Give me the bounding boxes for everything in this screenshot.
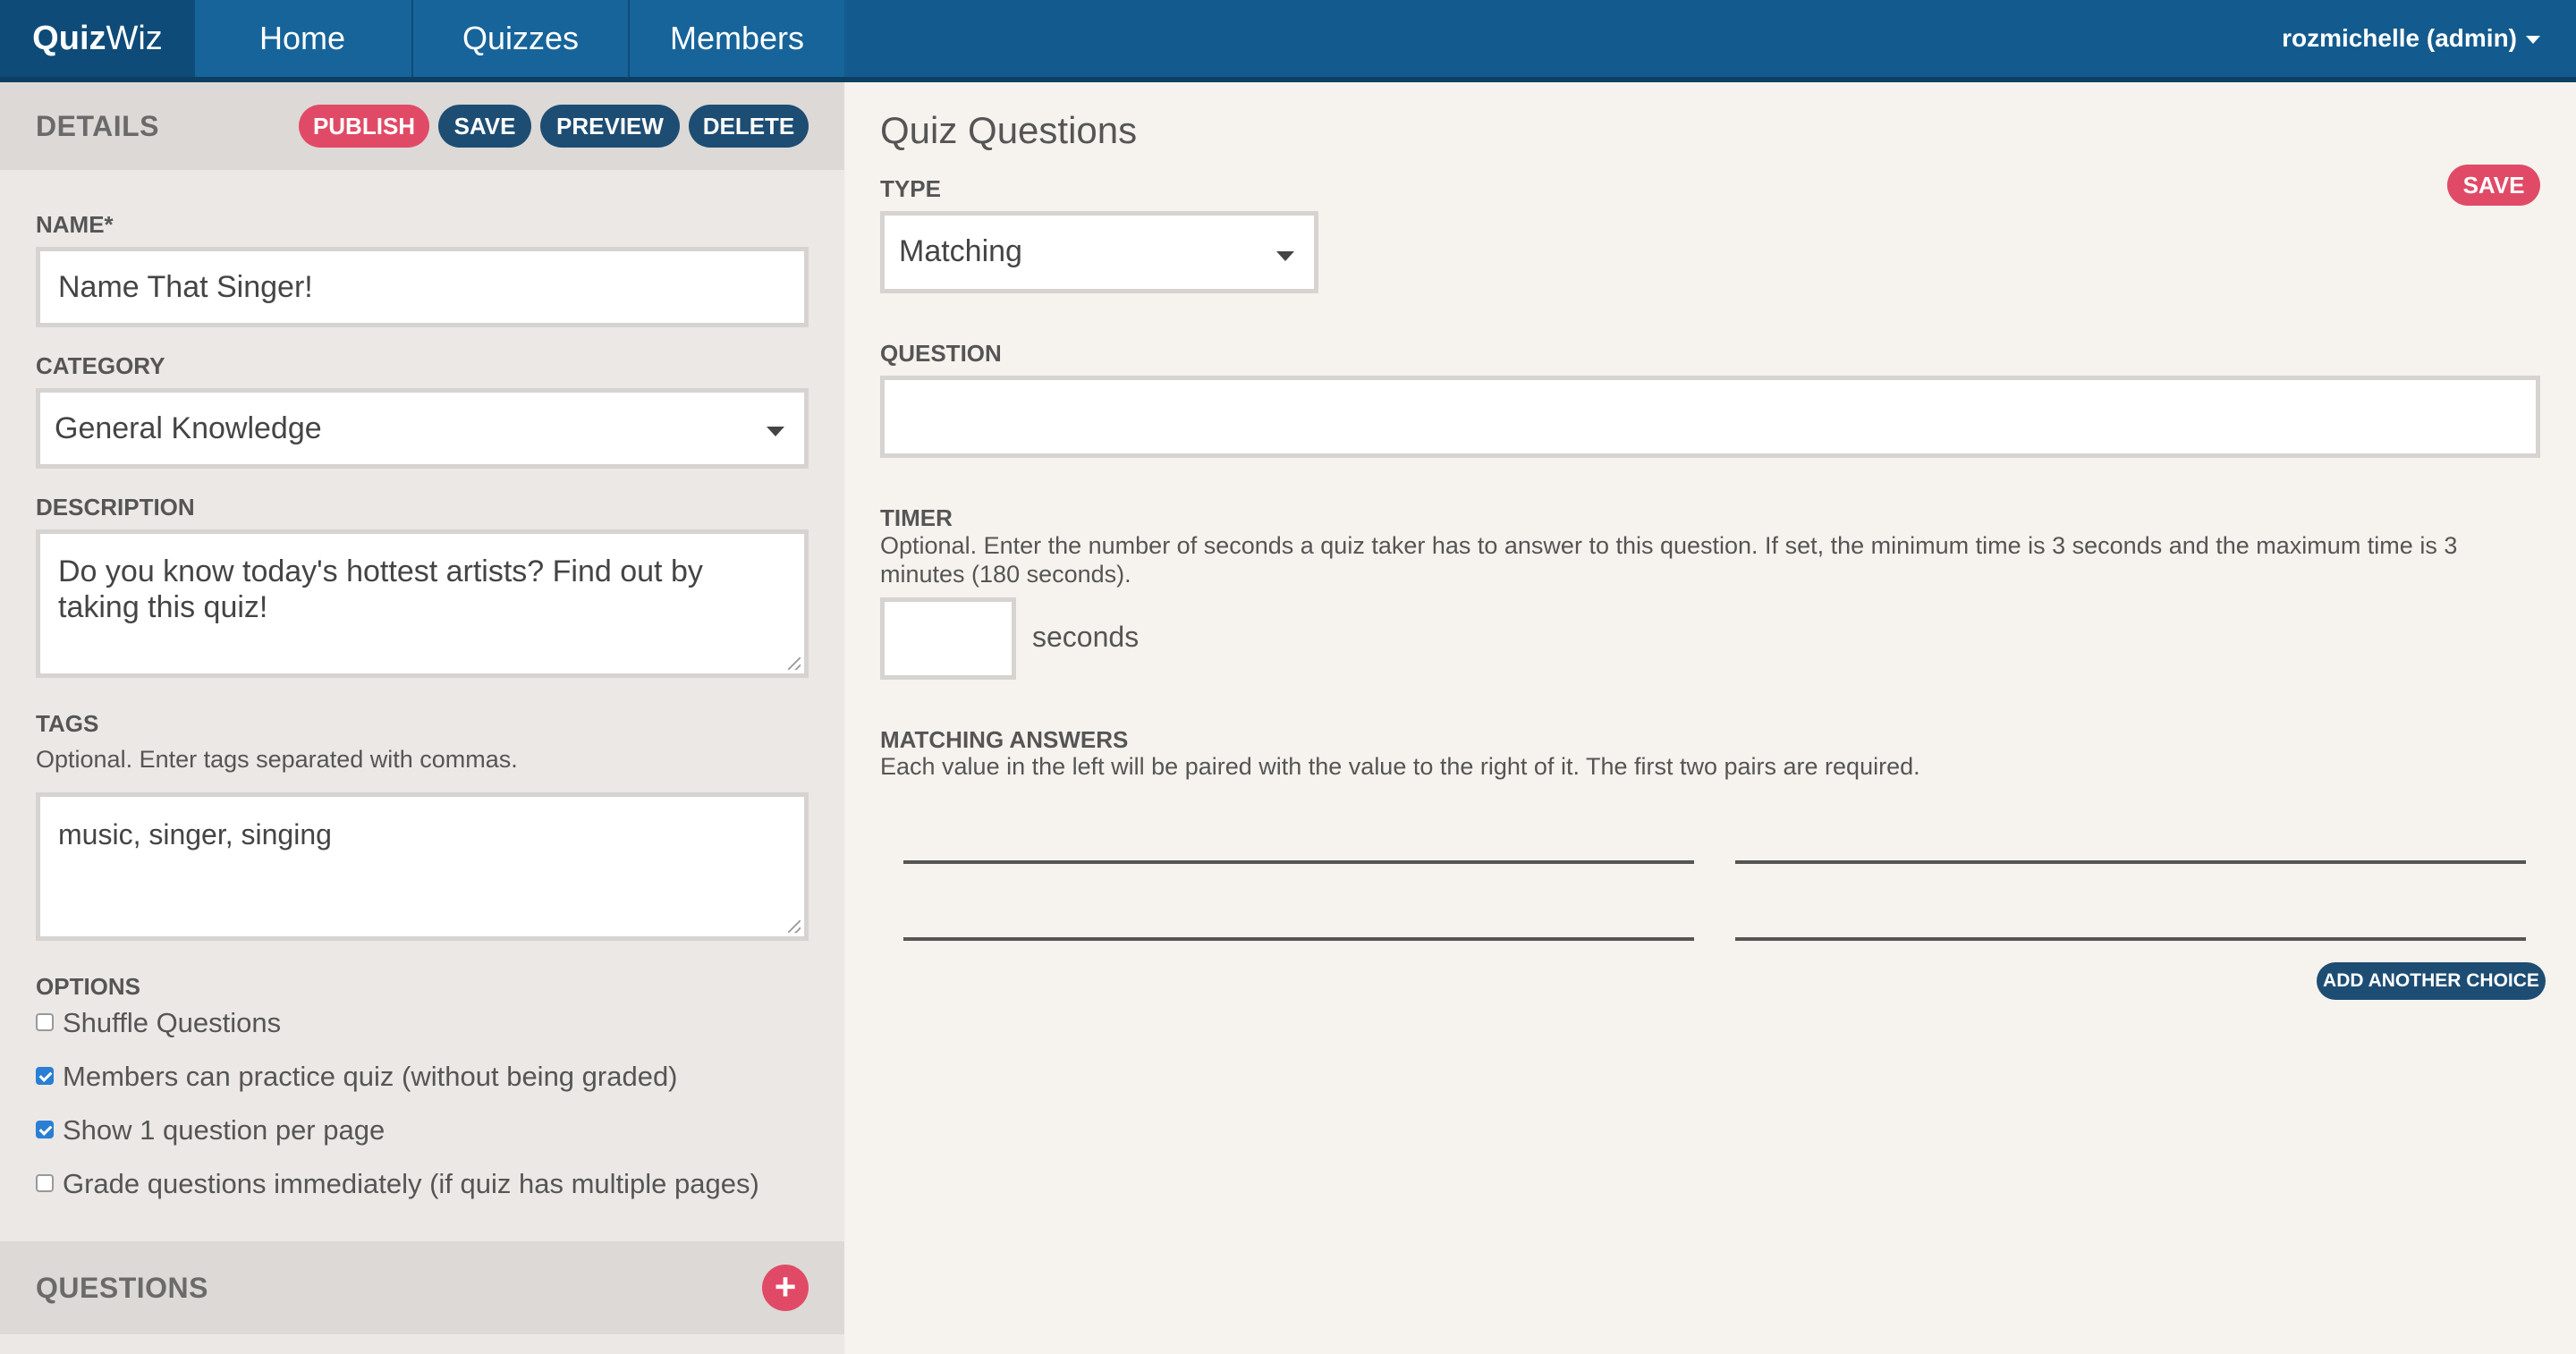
publish-button[interactable]: PUBLISH	[299, 105, 429, 148]
match-right-input-1[interactable]	[1735, 860, 2526, 864]
type-label: TYPE	[880, 175, 941, 202]
details-panel: DETAILS PUBLISH SAVE PREVIEW DELETE NAME…	[0, 82, 844, 1354]
timer-input[interactable]	[880, 597, 1016, 680]
option-shuffle[interactable]: Shuffle Questions	[36, 1005, 281, 1041]
nav-links: Home Quizzes Members	[195, 0, 844, 77]
description-field[interactable]: Do you know today's hottest artists? Fin…	[36, 529, 809, 678]
details-header: DETAILS PUBLISH SAVE PREVIEW DELETE	[0, 82, 844, 170]
category-value: General Knowledge	[55, 411, 322, 445]
checkbox-checked-icon[interactable]	[36, 1066, 54, 1085]
option-practice[interactable]: Members can practice quiz (without being…	[36, 1059, 678, 1095]
nav-home[interactable]: Home	[195, 0, 410, 77]
option-one-per-page[interactable]: Show 1 question per page	[36, 1113, 385, 1148]
timer-help: Optional. Enter the number of seconds a …	[880, 532, 2458, 588]
matching-help: Each value in the left will be paired wi…	[880, 753, 1920, 780]
tags-value: music, singer, singing	[58, 818, 332, 850]
chevron-down-icon	[2526, 36, 2540, 45]
question-label: QUESTION	[880, 340, 1002, 367]
save-question-button[interactable]: SAVE	[2447, 165, 2540, 206]
name-label: NAME*	[36, 211, 114, 238]
add-another-choice-button[interactable]: ADD ANOTHER CHOICE	[2317, 962, 2546, 1000]
brand-logo[interactable]: QuizWiz	[0, 0, 195, 77]
option-label: Members can practice quiz (without being…	[63, 1061, 678, 1092]
option-grade-immediately[interactable]: Grade questions immediately (if quiz has…	[36, 1166, 759, 1202]
category-label: CATEGORY	[36, 352, 165, 379]
delete-button[interactable]: DELETE	[689, 105, 809, 148]
type-value: Matching	[899, 234, 1022, 268]
description-label: DESCRIPTION	[36, 494, 195, 520]
user-menu[interactable]: rozmichelle (admin)	[2282, 0, 2540, 77]
top-nav: QuizWiz Home Quizzes Members rozmichelle…	[0, 0, 2576, 82]
user-name: rozmichelle (admin)	[2282, 24, 2517, 52]
chevron-down-icon	[767, 427, 784, 436]
checkbox-unchecked-icon[interactable]	[36, 1173, 54, 1192]
option-label: Show 1 question per page	[63, 1114, 386, 1146]
match-left-input-2[interactable]	[903, 937, 1694, 941]
name-value: Name That Singer!	[58, 270, 313, 304]
quiz-questions-panel: Quiz Questions SAVE TYPE Matching QUESTI…	[844, 82, 2576, 1354]
resize-handle-icon[interactable]	[788, 920, 801, 933]
description-value: Do you know today's hottest artists? Fin…	[58, 554, 703, 624]
option-label: Shuffle Questions	[63, 1007, 282, 1038]
brand-light: Wiz	[106, 20, 163, 57]
resize-handle-icon[interactable]	[788, 657, 801, 670]
nav-quizzes[interactable]: Quizzes	[411, 0, 628, 77]
timer-label: TIMER	[880, 504, 953, 531]
type-select[interactable]: Matching	[880, 211, 1318, 293]
name-field[interactable]: Name That Singer!	[36, 247, 809, 327]
preview-button[interactable]: PREVIEW	[540, 105, 680, 148]
chevron-down-icon	[1276, 251, 1294, 261]
save-details-button[interactable]: SAVE	[438, 105, 531, 148]
checkbox-checked-icon[interactable]	[36, 1120, 54, 1138]
options-label: OPTIONS	[36, 973, 141, 1000]
question-input[interactable]	[880, 376, 2540, 458]
checkbox-unchecked-icon[interactable]	[36, 1012, 54, 1031]
tags-help: Optional. Enter tags separated with comm…	[36, 746, 518, 773]
questions-title: QUESTIONS	[36, 1272, 208, 1304]
category-select[interactable]: General Knowledge	[36, 388, 809, 469]
tags-field[interactable]: music, singer, singing	[36, 792, 809, 941]
option-label: Grade questions immediately (if quiz has…	[63, 1168, 759, 1199]
match-right-input-2[interactable]	[1735, 937, 2526, 941]
match-left-input-1[interactable]	[903, 860, 1694, 864]
details-title: DETAILS	[36, 110, 160, 142]
brand-bold: Quiz	[32, 20, 106, 57]
page-title: Quiz Questions	[880, 109, 1138, 151]
nav-members[interactable]: Members	[628, 0, 844, 77]
add-question-icon[interactable]: +	[762, 1265, 809, 1311]
questions-header: QUESTIONS +	[0, 1241, 844, 1334]
matching-label: MATCHING ANSWERS	[880, 726, 1129, 753]
tags-label: TAGS	[36, 710, 99, 737]
timer-unit: seconds	[1032, 621, 1140, 653]
